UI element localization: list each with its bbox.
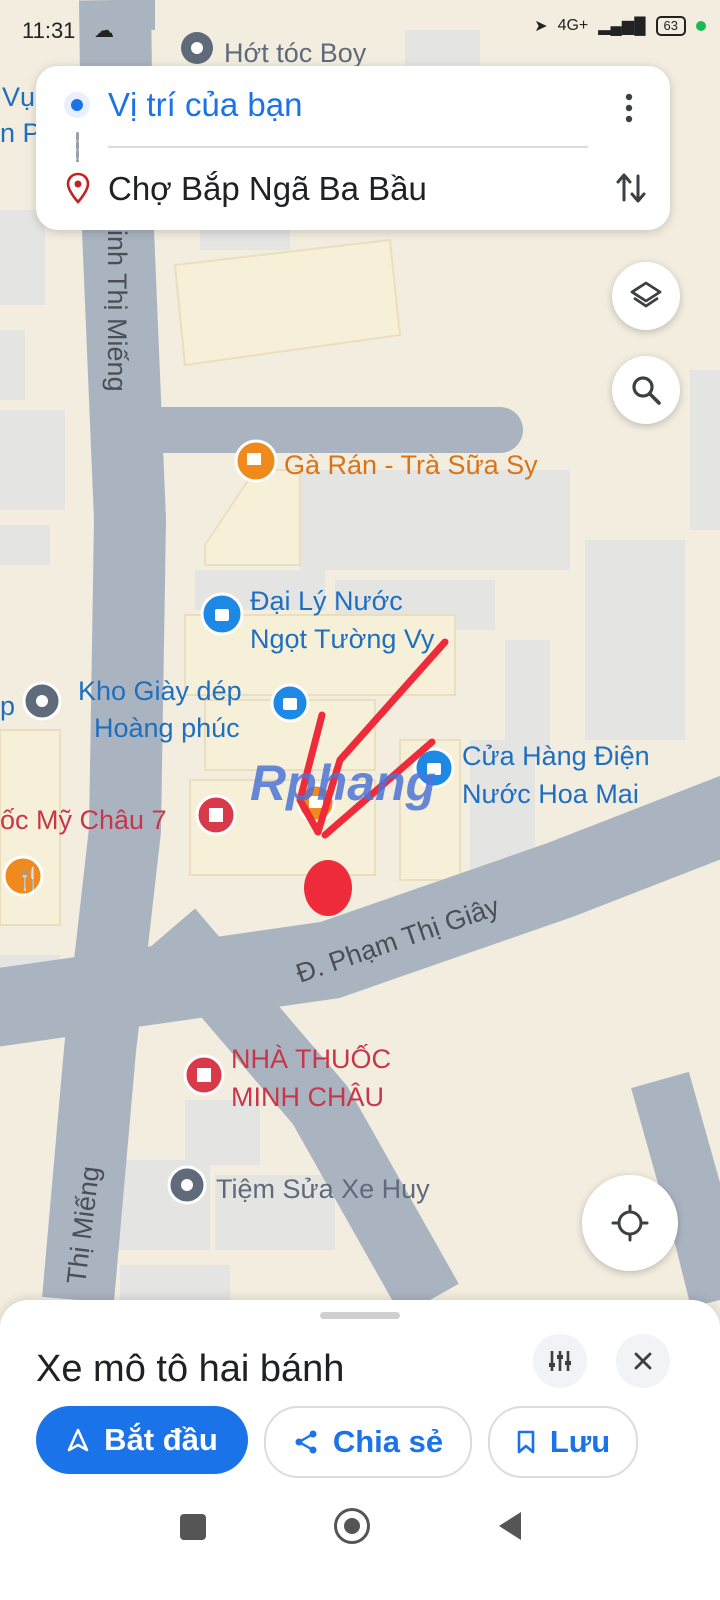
svg-text:Kho Giày dép: Kho Giày dép xyxy=(78,676,242,706)
svg-text:Gà Rán - Trà Sữa Sy: Gà Rán - Trà Sữa Sy xyxy=(284,450,538,480)
svg-text:Hoàng phúc: Hoàng phúc xyxy=(94,713,240,743)
svg-text:Nước Hoa Mai: Nước Hoa Mai xyxy=(462,779,639,809)
more-options-icon[interactable] xyxy=(614,88,644,128)
svg-text:Tiệm Sửa Xe Huy: Tiệm Sửa Xe Huy xyxy=(216,1174,430,1204)
travel-mode-title: Xe mô tô hai bánh xyxy=(36,1348,345,1390)
status-icons: ➤ 4G+ ▂▄▆█ 63 xyxy=(534,16,706,36)
route-card: Vị trí của bạn Chợ Bắp Ngã Ba Bầu xyxy=(36,66,670,230)
red-dot-annotation xyxy=(304,860,352,916)
system-navigation-bar xyxy=(0,1480,720,1600)
svg-text:Cửa Hàng Điện: Cửa Hàng Điện xyxy=(462,741,650,771)
recenter-button[interactable] xyxy=(582,1175,678,1271)
battery-level: 63 xyxy=(655,16,686,36)
shopping-bag-icon xyxy=(215,609,229,621)
search-button[interactable] xyxy=(612,356,680,424)
start-button-label: Bắt đầu xyxy=(104,1422,218,1457)
destination-pin-icon xyxy=(66,172,90,204)
navigation-arrow-icon xyxy=(67,1428,89,1452)
watermark-logo: Rphang xyxy=(250,755,436,811)
my-location-dot-icon xyxy=(64,92,90,118)
place-label-partial-p: p xyxy=(0,691,15,721)
share-icon xyxy=(295,1430,317,1454)
signal-icon: ▂▄▆█ xyxy=(598,18,646,35)
fork-knife-icon: 🍴 xyxy=(15,866,42,892)
home-circle-icon[interactable] xyxy=(334,1508,370,1544)
recents-square-icon[interactable] xyxy=(180,1514,206,1540)
status-time: 11:31 xyxy=(22,18,76,43)
svg-text:Đại Lý Nước: Đại Lý Nước xyxy=(250,586,403,616)
cafe-icon xyxy=(247,453,261,465)
sheet-drag-handle[interactable] xyxy=(320,1312,400,1319)
layers-icon xyxy=(630,281,662,308)
close-icon xyxy=(634,1352,652,1370)
save-button-label: Lưu xyxy=(549,1424,611,1459)
start-button[interactable]: Bắt đầu xyxy=(36,1406,248,1474)
street-label-thi-mieng-top: inh Thị Miếng xyxy=(102,230,132,392)
bookmark-icon xyxy=(517,1430,535,1454)
save-button[interactable]: Lưu xyxy=(488,1406,638,1478)
swap-icon[interactable] xyxy=(614,168,648,208)
svg-text:ốc Mỹ Châu 7: ốc Mỹ Châu 7 xyxy=(0,805,167,835)
privacy-dot-icon xyxy=(696,21,706,31)
svg-text:NHÀ THUỐC: NHÀ THUỐC xyxy=(231,1042,391,1074)
place-label-partial-np: n P xyxy=(0,118,41,148)
origin-row[interactable]: Vị trí của bạn xyxy=(36,66,670,146)
share-button-label: Chia sẻ xyxy=(332,1424,444,1459)
poi-restaurant[interactable]: 🍴 xyxy=(2,855,44,897)
pharmacy-icon xyxy=(209,808,223,822)
route-options-button[interactable] xyxy=(533,1334,587,1388)
status-bar: 11:31 ☁ ➤ 4G+ ▂▄▆█ 63 xyxy=(0,0,720,62)
place-label-partial-vu: Vụ xyxy=(2,82,35,112)
back-triangle-icon[interactable] xyxy=(496,1510,524,1542)
tune-icon xyxy=(549,1351,571,1371)
close-button[interactable] xyxy=(616,1334,670,1388)
svg-text:MINH CHÂU: MINH CHÂU xyxy=(231,1081,384,1112)
network-type: 4G+ xyxy=(557,17,589,34)
navigation-arrow-icon: ➤ xyxy=(534,18,548,35)
svg-text:Ngọt Tường Vy: Ngọt Tường Vy xyxy=(250,624,435,654)
origin-field[interactable]: Vị trí của bạn xyxy=(108,86,302,124)
pharmacy-icon xyxy=(197,1068,211,1082)
share-button[interactable]: Chia sẻ xyxy=(264,1406,472,1478)
destination-row[interactable]: Chợ Bắp Ngã Ba Bầu xyxy=(36,148,670,228)
search-icon xyxy=(632,376,661,405)
destination-field[interactable]: Chợ Bắp Ngã Ba Bầu xyxy=(108,170,427,208)
layers-button[interactable] xyxy=(612,262,680,330)
cloud-icon: ☁ xyxy=(94,20,114,42)
crosshair-icon xyxy=(611,1204,649,1242)
shopping-bag-icon xyxy=(283,698,297,710)
